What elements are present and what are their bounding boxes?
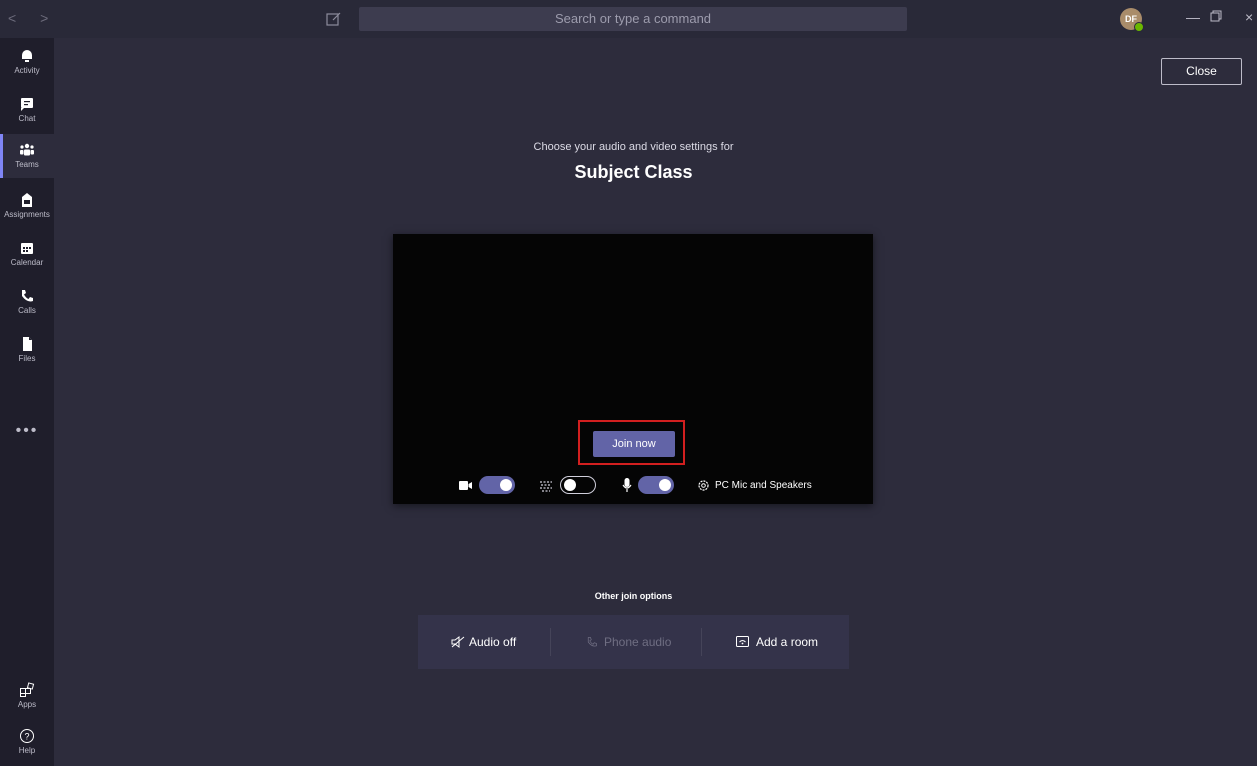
sidebar-item-apps[interactable]: Apps [0, 674, 54, 718]
microphone-toggle[interactable] [638, 476, 674, 494]
other-join-options-bar: Audio off Phone audio Add a room [418, 615, 849, 669]
sidebar-item-label: Calls [18, 306, 36, 315]
phone-audio-label: Phone audio [604, 635, 672, 649]
divider [550, 628, 551, 656]
other-join-options-title: Other join options [594, 591, 673, 601]
nav-arrows[interactable]: < > [8, 10, 58, 26]
sidebar-item-label: Calendar [10, 258, 44, 267]
settings-gear-icon[interactable] [697, 479, 710, 492]
close-button[interactable]: Close [1161, 58, 1242, 85]
sidebar-item-calendar[interactable]: Calendar [0, 232, 54, 276]
svg-text:?: ? [24, 732, 29, 742]
apps-icon [20, 682, 35, 697]
chat-icon [21, 98, 33, 111]
audio-device-label[interactable]: PC Mic and Speakers [715, 480, 812, 491]
title-bar: < > Search or type a command DF — × [0, 0, 1257, 38]
microphone-icon [622, 478, 632, 492]
assignments-icon [22, 193, 32, 207]
sidebar-item-label: Files [18, 354, 36, 363]
status-indicator-icon [1134, 22, 1144, 32]
join-now-button[interactable]: Join now [593, 431, 675, 457]
bell-icon [22, 50, 32, 62]
phone-icon [22, 290, 33, 302]
search-input[interactable]: Search or type a command [359, 7, 907, 31]
phone-icon [587, 637, 597, 647]
sidebar-item-calls[interactable]: Calls [0, 280, 54, 324]
minimize-icon[interactable]: — [1186, 9, 1200, 25]
close-window-icon[interactable]: × [1245, 9, 1253, 25]
speaker-off-icon [451, 636, 465, 648]
room-icon [736, 636, 749, 647]
audio-off-label: Audio off [469, 635, 517, 649]
sidebar-item-activity[interactable]: Activity [0, 40, 54, 84]
camera-icon [459, 481, 472, 490]
prejoin-subtitle: Choose your audio and video settings for [533, 141, 734, 153]
restore-icon[interactable] [1210, 9, 1222, 25]
camera-toggle[interactable] [479, 476, 515, 494]
add-room-label: Add a room [756, 635, 819, 649]
divider [701, 628, 702, 656]
sidebar-item-label: Apps [17, 700, 37, 709]
sidebar-item-chat[interactable]: Chat [0, 88, 54, 132]
sidebar-item-label: Chat [18, 114, 36, 123]
compose-icon[interactable] [325, 10, 343, 28]
sidebar-item-label: Help [18, 746, 36, 755]
sidebar-item-assignments[interactable]: Assignments [0, 184, 54, 228]
background-blur-toggle[interactable] [560, 476, 596, 494]
sidebar-item-help[interactable]: ? Help [0, 720, 54, 764]
meeting-title: Subject Class [574, 162, 693, 182]
help-icon: ? [20, 729, 34, 743]
more-apps-icon[interactable]: ••• [0, 422, 54, 440]
file-icon [23, 337, 32, 351]
avatar[interactable]: DF [1120, 8, 1144, 32]
sidebar-item-label: Activity [14, 66, 40, 75]
sidebar-item-files[interactable]: Files [0, 328, 54, 372]
sidebar-item-label: Assignments [4, 210, 50, 219]
background-blur-icon [540, 481, 552, 492]
calendar-icon [21, 243, 33, 254]
